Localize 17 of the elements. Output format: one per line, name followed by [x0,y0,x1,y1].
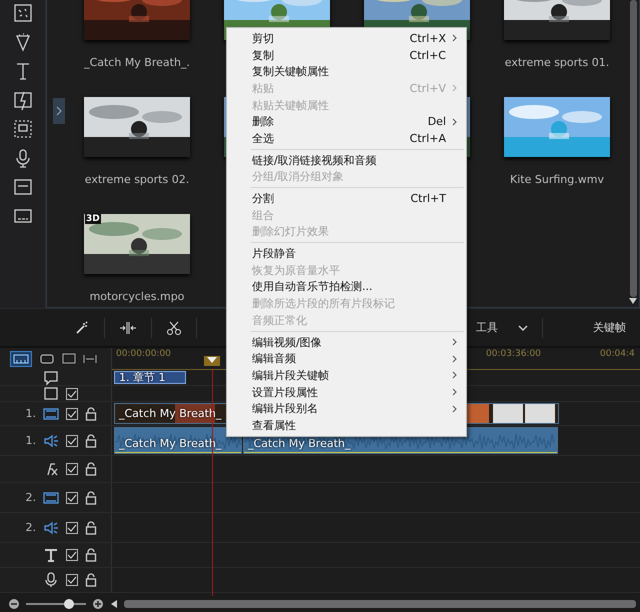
tools-label: 工具 [476,320,498,335]
track-number: 1. [26,407,36,420]
3d-label: 3D [85,214,101,224]
media-label: Kite Surfing.wmv [510,173,604,186]
ruler-time: 00:00:00:00 [116,349,171,359]
media-label: extreme sports 02. [84,173,190,186]
clip-label: _Catch My Breath_ [119,407,222,420]
clip-label: 1. 章节 1 [119,372,166,383]
track-number: 2. [26,491,36,504]
ruler-time: 00:03:36:00 [486,349,541,359]
ruler-time: 00:04:4 [600,349,635,359]
track-number: 2. [26,521,36,534]
track-number: 1. [26,434,36,447]
media-label: _Catch My Breath_. [84,56,190,69]
media-label: motorcycles.mpo [90,290,184,303]
clip-label: _Catch My Breath_ [248,437,350,450]
media-label: extreme sports 01. [504,56,610,69]
